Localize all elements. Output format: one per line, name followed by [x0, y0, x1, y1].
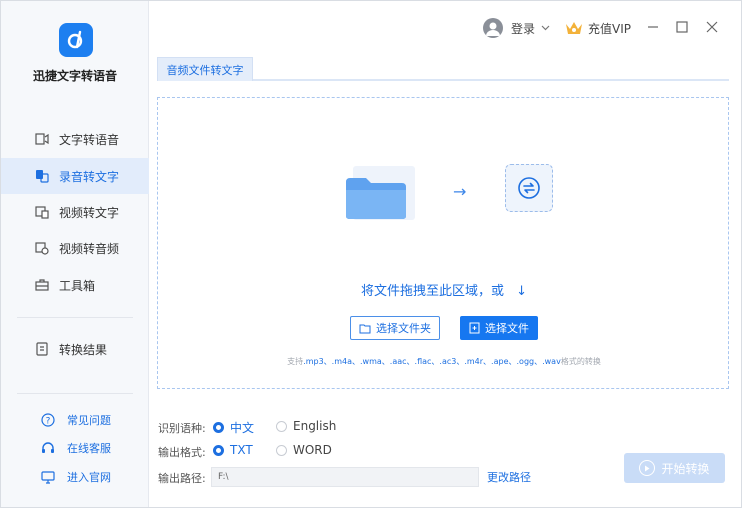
- sidebar-item-label: 视频转文字: [59, 205, 120, 220]
- login-label: 登录: [511, 21, 536, 36]
- official-site-label: 进入官网: [67, 471, 111, 484]
- radio-dot: [213, 444, 224, 456]
- select-folder-button[interactable]: 选择文件夹: [350, 316, 440, 340]
- start-convert-button[interactable]: 开始转换: [624, 453, 725, 483]
- folder-outline-icon: [359, 323, 371, 334]
- folder-icon: [344, 176, 408, 223]
- file-dropzone[interactable]: → 将文件拖拽至此区域，或 ↓ 选择文件夹 选择文件 支持.mp3、.m4a、.…: [157, 97, 729, 389]
- select-folder-label: 选择文件夹: [376, 322, 431, 335]
- tab-audio-file-to-text[interactable]: 音频文件转文字: [157, 57, 253, 81]
- app-logo: [59, 23, 93, 57]
- sidebar-item-label: 文字转语音: [59, 132, 120, 147]
- sidebar-item-video-to-text[interactable]: 视频转文字: [1, 194, 149, 230]
- sidebar-item-result[interactable]: 转换结果: [1, 331, 149, 367]
- vip-button[interactable]: 充值VIP: [564, 17, 631, 39]
- sidebar-item-label: 录音转文字: [59, 169, 120, 184]
- online-service-link[interactable]: 在线客服: [1, 437, 149, 459]
- format-radio-word[interactable]: WORD: [276, 443, 332, 457]
- headset-icon: [41, 441, 55, 455]
- file-plus-icon: [469, 322, 480, 334]
- chevron-down-icon: [541, 25, 550, 31]
- radio-label: 中文: [230, 421, 255, 435]
- sidebar-divider: [17, 317, 133, 318]
- radio-label: TXT: [230, 443, 253, 457]
- sidebar-item-label: 转换结果: [59, 342, 108, 357]
- sidebar-item-audio-to-text[interactable]: 录音转文字: [1, 158, 149, 194]
- sidebar-item-toolbox[interactable]: 工具箱: [1, 267, 149, 303]
- sidebar-item-label: 视频转音频: [59, 241, 120, 256]
- sidebar-divider: [17, 393, 133, 394]
- drop-prompt: 将文件拖拽至此区域，或 ↓: [158, 280, 730, 299]
- change-path-link[interactable]: 更改路径: [487, 469, 531, 485]
- radio-label: English: [293, 419, 337, 433]
- play-icon: [639, 460, 656, 476]
- output-path-field[interactable]: F:\: [211, 467, 479, 487]
- sidebar-item-text-to-speech[interactable]: 文字转语音: [1, 121, 149, 157]
- faq-label: 常见问题: [67, 414, 111, 427]
- radio-dot: [213, 422, 224, 433]
- close-button[interactable]: [704, 19, 720, 35]
- audio-to-text-icon: [35, 169, 49, 183]
- video-to-text-icon: [35, 205, 49, 219]
- radio-label: WORD: [293, 443, 332, 457]
- arrow-down-icon: ↓: [516, 284, 528, 299]
- support-suffix: 格式的转换: [560, 357, 601, 366]
- support-formats: .mp3、.m4a、.wma、.aac、.flac、.ac3、.m4r、.ape…: [303, 357, 561, 366]
- radio-dot: [276, 444, 287, 456]
- supported-formats: 支持.mp3、.m4a、.wma、.aac、.flac、.ac3、.m4r、.a…: [158, 356, 730, 367]
- minimize-button[interactable]: [645, 19, 661, 35]
- format-label: 输出格式:: [158, 446, 206, 459]
- convert-icon: [505, 164, 553, 212]
- start-convert-label: 开始转换: [661, 461, 710, 476]
- official-site-link[interactable]: 进入官网: [1, 466, 149, 488]
- sidebar-item-label: 工具箱: [59, 278, 96, 293]
- user-login[interactable]: 登录: [483, 17, 550, 39]
- language-radio-chinese[interactable]: 中文: [213, 419, 254, 436]
- avatar: [483, 18, 503, 38]
- output-path-label: 输出路径:: [158, 472, 206, 485]
- arrow-right-icon: →: [453, 182, 467, 201]
- crown-icon: [564, 20, 584, 36]
- radio-dot: [276, 420, 287, 432]
- app-window: 迅捷文字转语音 文字转语音 录音转文字 视频转文字 视频转音频 工具箱 转换结果…: [0, 0, 742, 508]
- sidebar-item-video-to-audio[interactable]: 视频转音频: [1, 230, 149, 266]
- language-label: 识别语种:: [158, 422, 206, 435]
- language-radio-english[interactable]: English: [276, 419, 336, 433]
- drop-prompt-text: 将文件拖拽至此区域，或: [360, 284, 504, 299]
- monitor-icon: [41, 470, 55, 484]
- result-document-icon: [35, 342, 49, 356]
- question-circle-icon: ?: [41, 413, 55, 427]
- select-file-label: 选择文件: [485, 322, 529, 335]
- toolbox-icon: [35, 278, 49, 292]
- vip-label: 充值VIP: [588, 21, 631, 36]
- select-file-button[interactable]: 选择文件: [460, 316, 538, 340]
- support-prefix: 支持: [287, 357, 304, 366]
- app-name: 迅捷文字转语音: [32, 69, 117, 83]
- faq-link[interactable]: ? 常见问题: [1, 409, 149, 431]
- svg-text:?: ?: [46, 417, 51, 427]
- maximize-button[interactable]: [674, 19, 690, 35]
- online-service-label: 在线客服: [67, 442, 111, 455]
- video-to-audio-icon: [35, 241, 49, 255]
- text-to-speech-icon: [35, 132, 49, 146]
- format-radio-txt[interactable]: TXT: [213, 443, 253, 457]
- sidebar: 迅捷文字转语音 文字转语音 录音转文字 视频转文字 视频转音频 工具箱 转换结果…: [1, 1, 149, 507]
